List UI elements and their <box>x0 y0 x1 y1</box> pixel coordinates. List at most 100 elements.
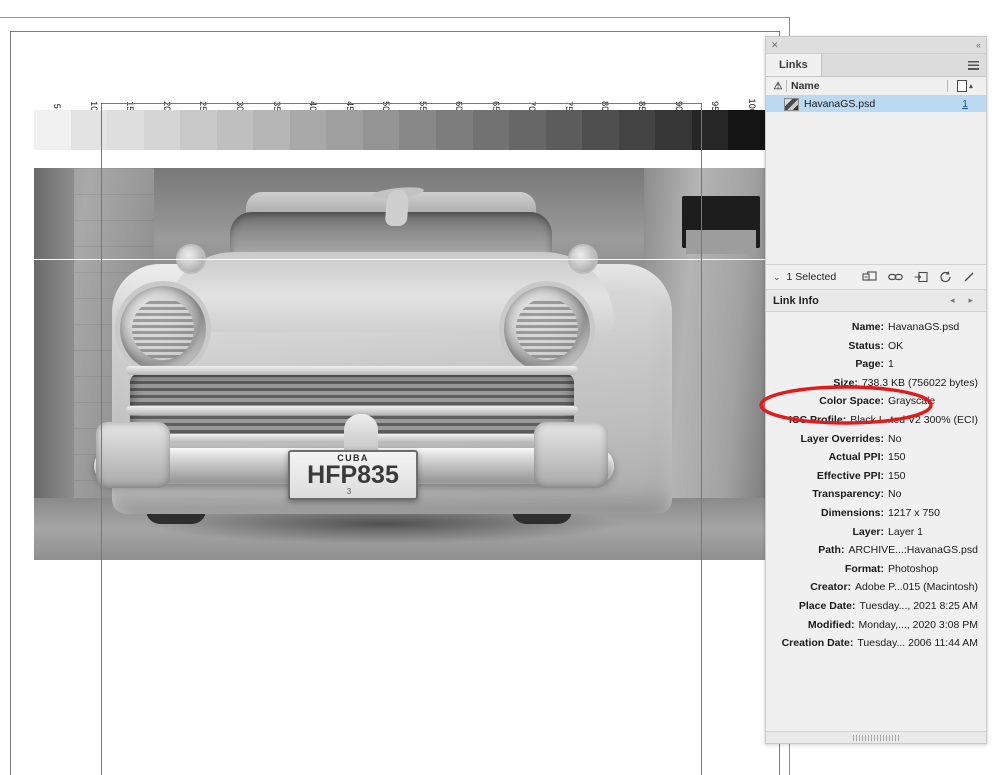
link-info-key: Transparency: <box>812 488 884 501</box>
margin-guide-top[interactable] <box>101 103 702 105</box>
link-info-nav[interactable]: ◂ ▸ <box>950 295 979 306</box>
wedge-label-cell: 60 k <box>436 78 473 119</box>
link-info-value: Monday,..., 2020 3:08 PM <box>858 618 978 631</box>
panel-menu-icon[interactable] <box>968 60 979 70</box>
link-info-key: Dimensions: <box>820 506 884 519</box>
next-link-icon[interactable]: ▸ <box>968 295 973 306</box>
link-file-name[interactable]: HavanaGS.psd <box>804 98 948 110</box>
link-info-title: Link Info <box>773 294 819 307</box>
link-info-header[interactable]: Link Info ◂ ▸ <box>766 290 986 312</box>
column-header-page[interactable]: ▴ <box>947 80 982 92</box>
close-icon[interactable]: ✕ <box>771 40 779 50</box>
links-panel[interactable]: ✕ « Links ⚠ Name ▴ HavanaGS.psd 1 ⌄ 1 Se… <box>765 36 987 744</box>
margin-guide-right[interactable] <box>701 103 703 775</box>
wedge-label-cell: 70 k <box>509 78 546 119</box>
link-list-row-selected[interactable]: HavanaGS.psd 1 <box>766 96 986 112</box>
wedge-label-cell: 30 k <box>217 78 254 119</box>
collapse-icon[interactable]: « <box>976 40 981 50</box>
sort-ascending-icon[interactable]: ▴ <box>969 82 973 90</box>
link-info-value: Tuesday... 2006 11:44 AM <box>857 637 978 650</box>
link-info-value: Grayscale <box>888 395 936 408</box>
wedge-label-cell: 25 k <box>180 78 217 119</box>
photo-grille-bar-top <box>126 366 578 375</box>
wedge-label-cell: 65 k <box>473 78 510 119</box>
link-info-row: Name: HavanaGS.psd <box>766 318 978 337</box>
go-to-link-icon[interactable] <box>888 272 903 282</box>
link-info-row: Status: OK <box>766 337 978 356</box>
edit-original-icon[interactable] <box>963 271 975 283</box>
panel-menu-area[interactable] <box>821 54 986 76</box>
chevron-down-icon[interactable]: ⌄ <box>773 272 781 283</box>
wedge-swatch <box>436 110 473 150</box>
link-info-row: Layer: Layer 1 <box>766 523 978 542</box>
wedge-swatch <box>655 110 692 150</box>
link-info-row: ICC Profile: Black I...ted V2 300% (ECI) <box>766 411 978 430</box>
link-page-number[interactable]: 1 <box>948 98 982 110</box>
page-border-top <box>10 31 780 32</box>
relink-to-folder-icon[interactable] <box>914 271 928 283</box>
wedge-label-cell: 95 k <box>692 78 729 119</box>
link-info-key: Page: <box>855 358 884 371</box>
wedge-swatch <box>728 110 765 150</box>
link-info-key: ICC Profile: <box>789 413 847 426</box>
photo-grille-bar-mid <box>126 406 578 415</box>
panel-tab-strip[interactable]: Links <box>766 54 986 77</box>
link-info-value: No <box>888 488 902 501</box>
link-info-value: 1217 x 750 <box>888 506 940 519</box>
link-info-key: Name: <box>851 321 884 333</box>
placed-image-havanags[interactable] <box>34 168 765 560</box>
link-info-fields: Name: HavanaGS.psd Status: OK Page: 1 Size: 738… <box>766 312 986 731</box>
link-info-row: Color Space: Grayscale <box>766 392 978 411</box>
wedge-swatch <box>216 110 254 150</box>
wedge-label-cell: 75 k <box>546 78 583 119</box>
license-plate-sub: 3 <box>346 487 360 496</box>
link-info-row: Creator: Adobe P...015 (Macintosh) <box>766 578 978 597</box>
column-header-name[interactable]: Name <box>786 80 947 92</box>
link-action-icons[interactable] <box>862 271 979 283</box>
link-info-value: Layer 1 <box>888 525 924 538</box>
wedge-swatch <box>545 110 583 150</box>
links-column-header[interactable]: ⚠ Name ▴ <box>766 77 986 96</box>
panel-title-bar[interactable]: ✕ « <box>766 37 986 54</box>
wedge-swatch <box>691 110 729 150</box>
wedge-label-cell: 50 k <box>363 78 400 119</box>
wedge-label-cell: 100 k <box>728 78 765 121</box>
link-info-row: Layer Overrides: No <box>766 430 978 449</box>
link-info-value: Adobe P...015 (Macintosh) <box>855 581 978 594</box>
wedge-swatch <box>107 110 144 150</box>
wedge-label-cell: 15 k <box>107 78 144 119</box>
relink-icon[interactable] <box>862 271 877 283</box>
margin-guide-left[interactable] <box>101 103 103 775</box>
tab-links[interactable]: Links <box>766 54 822 76</box>
previous-link-icon[interactable]: ◂ <box>950 295 955 306</box>
wedge-label-cell: 55 k <box>399 78 436 119</box>
wedge-swatch <box>289 110 327 150</box>
step-wedge-labels: 5 k10 k15 k20 k25 k30 k35 k40 k45 k50 k5… <box>34 78 765 121</box>
link-info-value: ARCHIVE...:HavanaGS.psd <box>848 544 978 557</box>
link-info-key: Creator: <box>810 581 852 594</box>
link-info-key: Status: <box>848 339 884 352</box>
link-info-key: Color Space: <box>819 395 884 408</box>
grip-dots-icon <box>853 734 899 741</box>
photo-headlight-right <box>504 286 590 372</box>
wedge-swatch <box>582 110 619 150</box>
wedge-swatch <box>509 110 546 150</box>
selection-count-label: 1 Selected <box>786 271 837 283</box>
link-info-key: Path: <box>818 544 845 557</box>
photo-bumper-guard-left <box>96 422 170 488</box>
license-plate: CUBA HFP835 3 <box>288 450 418 500</box>
link-info-key: Modified: <box>807 618 855 631</box>
link-info-key: Actual PPI: <box>828 451 884 464</box>
link-info-row: Path: ARCHIVE...:HavanaGS.psd <box>766 541 978 560</box>
link-info-key: Effective PPI: <box>816 469 884 482</box>
panel-resize-grip[interactable] <box>766 731 986 743</box>
photo-hood-ornament <box>384 190 410 226</box>
update-link-icon[interactable] <box>939 271 952 283</box>
link-info-row: Effective PPI: 150 <box>766 467 978 486</box>
link-thumbnail <box>784 97 799 111</box>
selection-toolbar[interactable]: ⌄ 1 Selected <box>766 265 986 290</box>
link-info-value: No <box>888 432 902 445</box>
wedge-swatch <box>399 110 437 150</box>
wedge-swatch <box>253 110 290 150</box>
links-list-empty-area[interactable] <box>766 112 986 265</box>
